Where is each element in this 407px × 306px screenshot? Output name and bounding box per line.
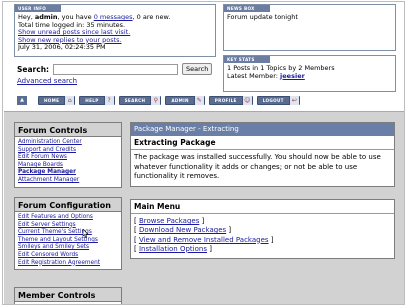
current-date: July 31, 2006, 02:24:35 PM: [18, 43, 106, 52]
browser-viewport: USER INFO Hey, admin, you have 0 message…: [2, 1, 405, 305]
extracting-package-heading: Extracting Package: [131, 136, 394, 150]
help-icon: ?: [103, 96, 114, 105]
news-text: Forum update tonight: [227, 13, 298, 21]
advanced-search-link[interactable]: Advanced search: [17, 77, 77, 85]
nav-search-button[interactable]: SEARCH ⚲: [118, 96, 162, 105]
sidebar-item-theme-layout[interactable]: Theme and Layout Settings: [18, 237, 118, 245]
forum-configuration-panel: Forum Configuration Edit Features and Op…: [14, 197, 122, 271]
news-box: NEWS BOX Forum update tonight: [223, 4, 396, 51]
sidebar-item-censored-words[interactable]: Edit Censored Words: [18, 252, 118, 260]
menu-item-download-packages: [ Download New Packages ]: [134, 226, 232, 235]
search-icon: ⚲: [150, 96, 161, 105]
menu-item-installed-packages: [ View and Remove Installed Packages ]: [134, 235, 274, 244]
download-packages-link[interactable]: Download New Packages: [139, 226, 226, 234]
mouse-pointer-icon: [82, 229, 89, 238]
user-info-title: USER INFO: [15, 5, 61, 12]
search-label: Search:: [17, 64, 50, 74]
home-icon: ⌂: [64, 96, 75, 105]
profile-icon: ☺: [241, 96, 252, 105]
sidebar-item-registration-agreement[interactable]: Edit Registration Agreement: [18, 260, 118, 268]
messages-link[interactable]: 0 messages: [94, 13, 133, 21]
forum-controls-title: Forum Controls: [15, 123, 121, 137]
latest-member-line: Latest Member: jeesier: [227, 71, 305, 80]
sidebar-item-smileys[interactable]: Smileys and Smiley Sets: [18, 244, 118, 252]
installation-options-link[interactable]: Installation Options: [139, 245, 207, 253]
sidebar-item-manage-boards[interactable]: Manage Boards: [18, 162, 118, 170]
logout-icon: ↩: [288, 96, 299, 105]
search-input[interactable]: [53, 63, 179, 75]
sidebar-item-server-settings[interactable]: Edit Server Settings: [18, 222, 118, 230]
sidebar-item-edit-features[interactable]: Edit Features and Options: [18, 214, 118, 222]
nav-home-button[interactable]: HOME ⌂: [38, 96, 76, 105]
admin-icon: ✎: [193, 96, 204, 105]
menu-item-installation-options: [ Installation Options ]: [134, 244, 212, 253]
sidebar-item-edit-forum-news[interactable]: Edit Forum News: [18, 154, 118, 162]
installed-packages-link[interactable]: View and Remove Installed Packages: [139, 236, 269, 244]
sidebar-item-theme-settings[interactable]: Current Theme's Settings: [18, 229, 118, 237]
sidebar-item-attachment-manager[interactable]: Attachment Manager: [18, 177, 118, 185]
nav-profile-button[interactable]: PROFILE ☺: [208, 96, 253, 105]
sidebar-item-package-manager[interactable]: Package Manager: [18, 169, 118, 177]
forum-configuration-title: Forum Configuration: [15, 198, 121, 212]
sidebar-item-support-credits[interactable]: Support and Credits: [18, 147, 118, 155]
key-stats-box: KEY STATS 1 Posts in 1 Topics by 2 Membe…: [223, 55, 396, 92]
member-controls-title: Member Controls: [15, 288, 121, 302]
nav-admin-button[interactable]: ADMIN ✎: [165, 96, 205, 105]
key-stats-title: KEY STATS: [224, 56, 270, 63]
user-info-box: USER INFO Hey, admin, you have 0 message…: [14, 4, 216, 57]
latest-member-link[interactable]: jeesier: [280, 72, 305, 80]
nav-logout-button[interactable]: LOGOUT ↩: [256, 96, 300, 105]
nav-help-button[interactable]: HELP ?: [79, 96, 115, 105]
sidebar-item-administration-center[interactable]: Administration Center: [18, 139, 118, 147]
forum-controls-panel: Forum Controls Administration Center Sup…: [14, 122, 122, 188]
search-button[interactable]: Search: [182, 63, 213, 75]
member-controls-panel: Member Controls: [14, 287, 122, 304]
install-success-message: The package was installed successfully. …: [131, 150, 394, 186]
main-menu-heading: Main Menu: [131, 200, 394, 214]
main-menu-panel: Main Menu [ Browse Packages ] [ Download…: [130, 199, 395, 260]
page-title: Package Manager - Extracting: [131, 123, 394, 136]
admin-area: Forum Controls Administration Center Sup…: [4, 111, 404, 304]
username: admin: [34, 13, 58, 21]
news-box-title: NEWS BOX: [224, 5, 270, 12]
collapse-up-icon[interactable]: ▲: [17, 96, 27, 105]
package-manager-panel: Package Manager - Extracting Extracting …: [130, 122, 395, 187]
main-navbar: ▲ HOME ⌂ HELP ? SEARCH ⚲ ADMIN ✎ PROFILE…: [17, 96, 300, 106]
menu-item-browse-packages: [ Browse Packages ]: [134, 217, 205, 225]
search-form: Search: Search: [17, 63, 213, 75]
browse-packages-link[interactable]: Browse Packages: [139, 217, 199, 225]
